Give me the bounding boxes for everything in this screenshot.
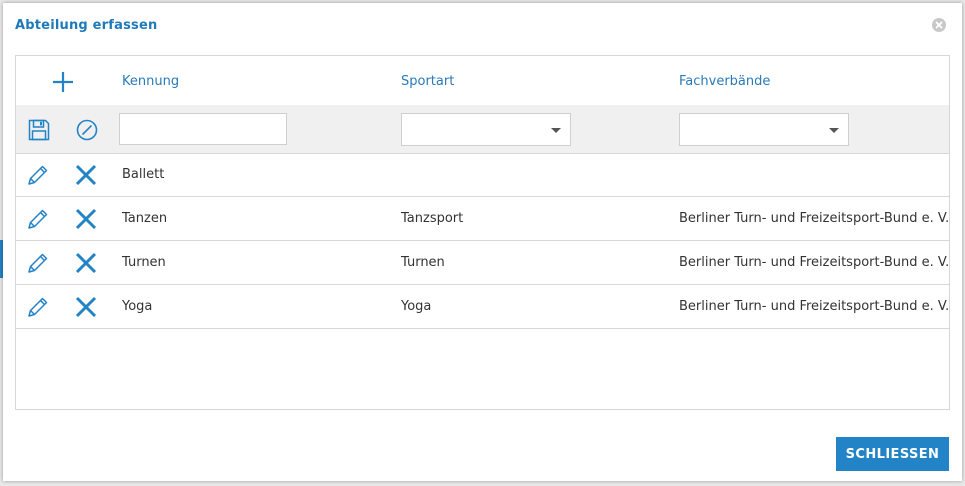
- cancel-circle-icon[interactable]: [75, 118, 99, 142]
- department-grid: Kennung Sportart Fachverbände Ballett Ta…: [15, 55, 950, 410]
- cell-fachverbaende: Berliner Turn- und Freizeitsport-Bund e.…: [679, 255, 950, 270]
- dialog-title: Abteilung erfassen: [15, 18, 158, 33]
- column-header-sportart[interactable]: Sportart: [401, 74, 454, 89]
- x-icon[interactable]: [74, 163, 98, 187]
- column-header-fachverbaende[interactable]: Fachverbände: [679, 74, 770, 89]
- fachverbaende-select[interactable]: [679, 113, 849, 146]
- cell-sportart: Yoga: [401, 299, 432, 314]
- x-icon[interactable]: [74, 295, 98, 319]
- pencil-icon[interactable]: [26, 251, 50, 275]
- chevron-down-icon: [551, 128, 561, 133]
- department-dialog: Abteilung erfassen Kennung Sportart Fach…: [3, 3, 962, 481]
- close-circle-icon[interactable]: [932, 18, 946, 32]
- cell-kennung: Yoga: [122, 299, 153, 314]
- column-header-kennung[interactable]: Kennung: [122, 74, 179, 89]
- cell-fachverbaende: Berliner Turn- und Freizeitsport-Bund e.…: [679, 299, 950, 314]
- table-row: Turnen Turnen Berliner Turn- und Freizei…: [16, 241, 949, 285]
- floppy-disk-icon[interactable]: [27, 118, 51, 142]
- x-icon[interactable]: [74, 207, 98, 231]
- table-row: Ballett: [16, 153, 949, 197]
- cell-kennung: Tanzen: [122, 211, 168, 226]
- table-row: Tanzen Tanzsport Berliner Turn- und Frei…: [16, 197, 949, 241]
- grid-header: Kennung Sportart Fachverbände: [16, 56, 949, 105]
- pencil-icon[interactable]: [26, 295, 50, 319]
- sportart-select[interactable]: [401, 113, 571, 146]
- plus-icon[interactable]: [51, 70, 75, 94]
- cell-kennung: Turnen: [122, 255, 166, 270]
- cell-fachverbaende: Berliner Turn- und Freizeitsport-Bund e.…: [679, 211, 950, 226]
- pencil-icon[interactable]: [26, 207, 50, 231]
- close-button[interactable]: SCHLIESSEN: [836, 437, 949, 471]
- x-icon[interactable]: [74, 251, 98, 275]
- cell-sportart: Turnen: [401, 255, 445, 270]
- cell-sportart: Tanzsport: [401, 211, 464, 226]
- cell-kennung: Ballett: [122, 167, 165, 182]
- kennung-input[interactable]: [119, 113, 287, 145]
- pencil-icon[interactable]: [26, 163, 50, 187]
- table-row: Yoga Yoga Berliner Turn- und Freizeitspo…: [16, 285, 949, 329]
- chevron-down-icon: [829, 128, 839, 133]
- new-row-editor: [16, 105, 949, 154]
